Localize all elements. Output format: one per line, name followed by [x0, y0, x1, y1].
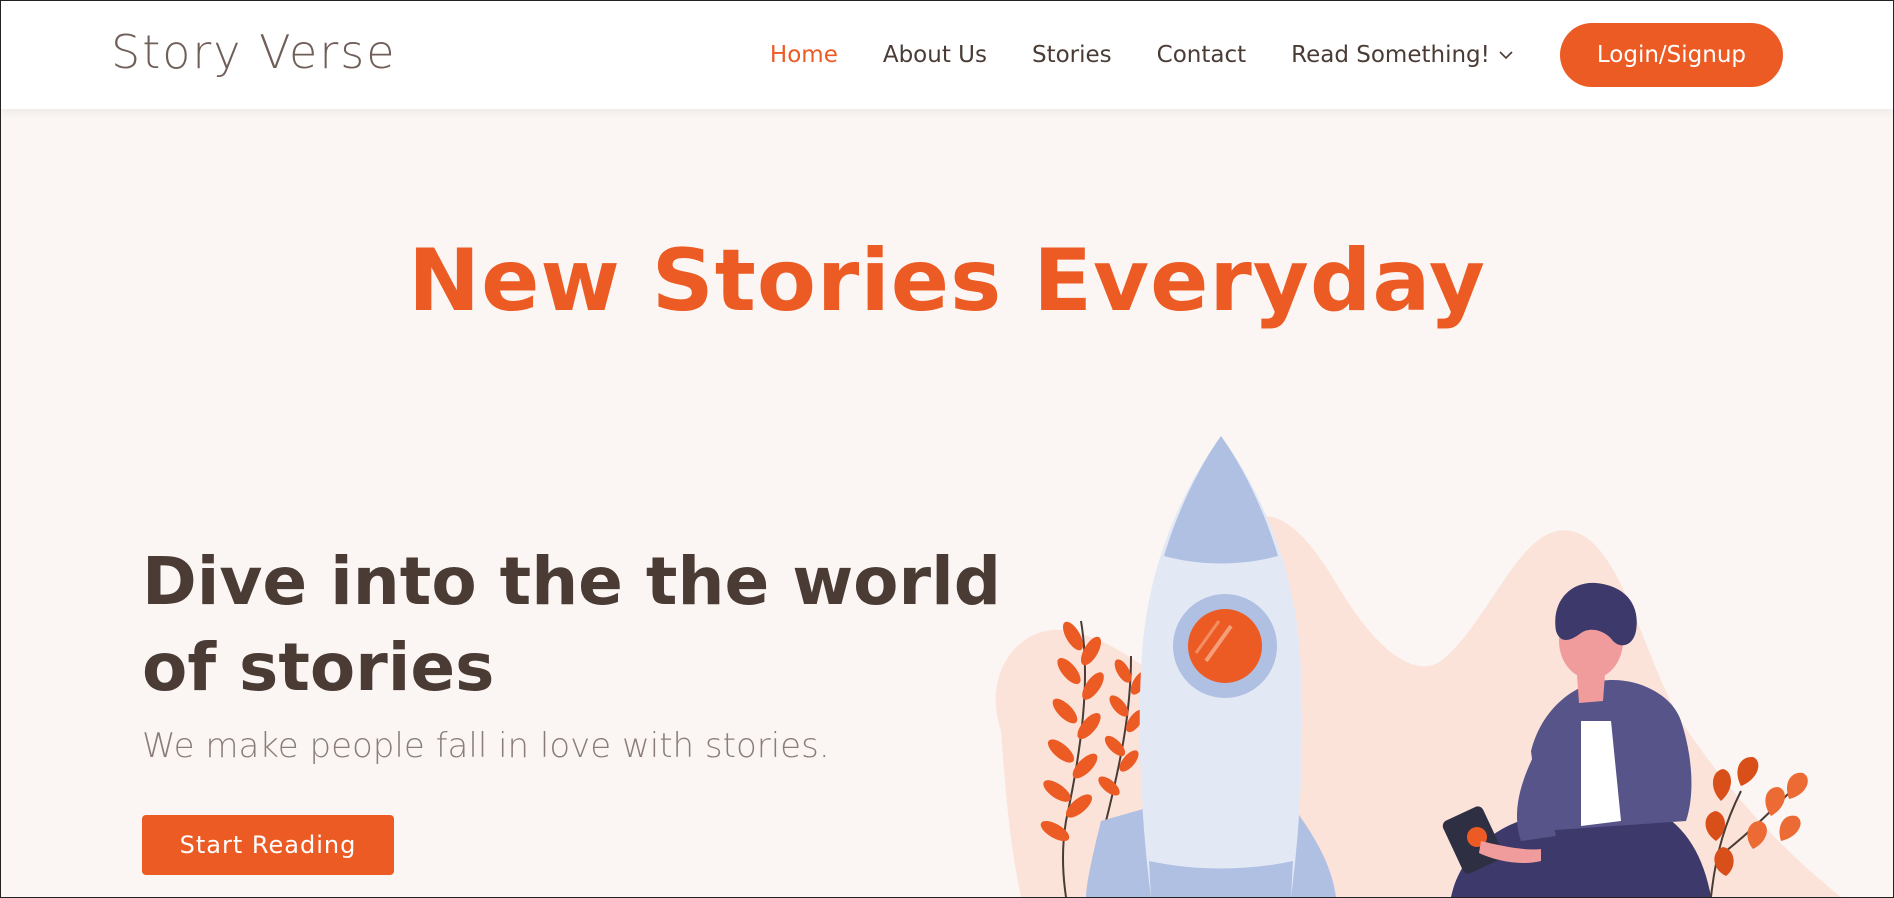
- hero-title: New Stories Everyday: [408, 231, 1486, 331]
- nav-stories-link[interactable]: Stories: [1032, 42, 1112, 68]
- hero-headline-line2: of stories: [142, 629, 495, 706]
- hero-subline: We make people fall in love with stories…: [142, 726, 830, 766]
- chevron-down-icon: [1499, 51, 1513, 60]
- rocket-launch-illustration: [995, 436, 1841, 897]
- hero-headline: Dive into the the world of stories: [142, 539, 1002, 711]
- site-header: Story Verse Home About Us Stories Contac…: [1, 1, 1893, 109]
- nav-read-something-dropdown[interactable]: Read Something!: [1291, 42, 1514, 68]
- start-reading-button[interactable]: Start Reading: [142, 815, 394, 875]
- nav-contact-link[interactable]: Contact: [1157, 42, 1246, 68]
- page: Story Verse Home About Us Stories Contac…: [0, 0, 1894, 898]
- brand-logo-text[interactable]: Story Verse: [111, 25, 397, 79]
- hero-headline-line1: Dive into the the world: [142, 543, 1001, 620]
- login-signup-button[interactable]: Login/Signup: [1559, 23, 1783, 87]
- nav-home-link[interactable]: Home: [770, 42, 838, 68]
- nav-about-link[interactable]: About Us: [883, 42, 987, 68]
- main-nav: Home About Us Stories Contact Read Somet…: [725, 23, 1783, 87]
- nav-read-something-label: Read Something!: [1291, 42, 1490, 68]
